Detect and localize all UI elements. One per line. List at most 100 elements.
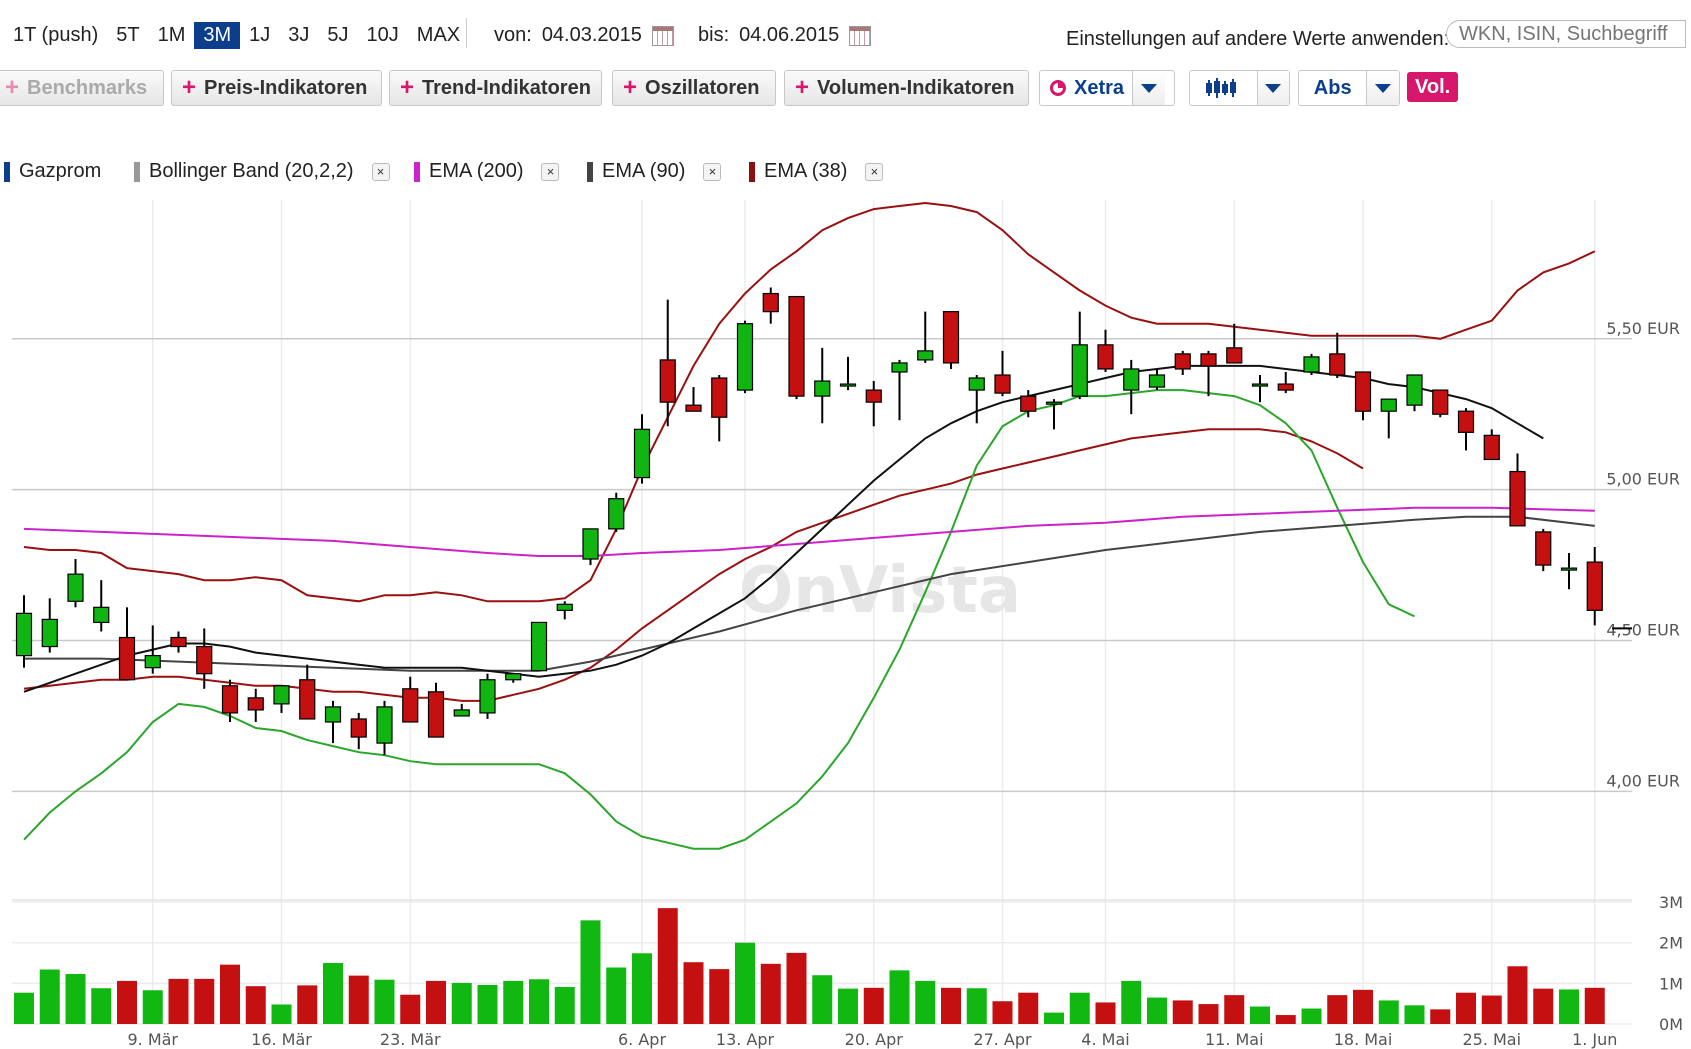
indicator-lines xyxy=(23,201,1596,850)
candle-body xyxy=(350,718,367,738)
candle-body xyxy=(556,603,573,611)
candle xyxy=(1535,528,1552,572)
candle xyxy=(582,528,599,566)
candle-body xyxy=(1303,356,1320,373)
candle-body xyxy=(839,383,857,387)
volume-bar xyxy=(735,942,755,1024)
candle xyxy=(1483,429,1500,461)
candle xyxy=(299,664,316,720)
price-chart[interactable]: OnVista 4,00 EUR4,50 EUR5,00 EUR5,50 EUR… xyxy=(0,0,1691,1049)
volume-bar xyxy=(271,1004,292,1024)
volume-bar xyxy=(992,1001,1013,1024)
candle-body xyxy=(1432,389,1449,415)
ema200-line xyxy=(23,506,1595,557)
volume-bar xyxy=(503,980,524,1024)
volume-bar xyxy=(1507,966,1528,1024)
candle xyxy=(1251,375,1269,403)
candle-body xyxy=(530,621,548,672)
candle-body xyxy=(1277,383,1294,391)
volume-bar xyxy=(1147,997,1167,1024)
volume-bar xyxy=(657,908,678,1024)
candle-body xyxy=(891,362,908,373)
candle xyxy=(530,621,548,672)
candle-body xyxy=(814,380,831,397)
price-tick-label: 4,50 EUR xyxy=(1606,621,1680,640)
candle xyxy=(994,350,1011,397)
volume-bar xyxy=(1559,989,1579,1024)
volume-bar xyxy=(709,969,730,1024)
volume-bar xyxy=(889,970,910,1024)
volume-bar xyxy=(400,994,421,1024)
volume-bar xyxy=(374,979,395,1024)
candle-body xyxy=(1483,434,1500,461)
candle-body xyxy=(299,679,316,720)
candle xyxy=(93,580,110,632)
axis-labels: 4,00 EUR 4,50 EUR 5,00 EUR 5,50 EUR 0M 1M 2M 3M… xyxy=(127,319,1683,1049)
candle-body xyxy=(67,573,84,602)
volume-bar xyxy=(786,952,807,1024)
candle-body xyxy=(608,498,625,530)
volume-bar xyxy=(1481,995,1502,1024)
candle xyxy=(891,359,908,421)
candle xyxy=(376,700,393,756)
volume-bar xyxy=(297,985,318,1024)
volume-bar xyxy=(606,967,627,1024)
volume-bar xyxy=(348,975,369,1024)
volume-bar xyxy=(812,975,833,1024)
candle xyxy=(556,601,573,620)
x-tick-label: 25. Mai xyxy=(1462,1030,1521,1049)
volume-bar xyxy=(323,963,343,1024)
candle-body xyxy=(1200,353,1217,367)
candle-body xyxy=(762,292,779,313)
ema38-line xyxy=(23,364,1544,693)
candle-body xyxy=(968,377,985,391)
candle xyxy=(788,295,805,400)
candle-body xyxy=(942,311,960,364)
candle-body xyxy=(324,706,342,723)
volume-bar xyxy=(117,980,137,1024)
x-tick-label: 23. Mär xyxy=(380,1030,441,1049)
candle xyxy=(247,688,264,722)
x-tick-label: 11. Mai xyxy=(1205,1030,1264,1049)
candle xyxy=(1277,371,1294,394)
candle xyxy=(1045,399,1063,430)
candle xyxy=(917,311,934,363)
candle-body xyxy=(196,645,213,675)
candle xyxy=(479,673,496,719)
candle xyxy=(685,387,702,412)
volume-bar xyxy=(1069,992,1090,1024)
candle-body xyxy=(376,706,393,744)
candle xyxy=(1329,332,1346,379)
candle xyxy=(170,631,187,653)
candle-body xyxy=(427,691,445,738)
candle-body xyxy=(1535,531,1552,566)
candle xyxy=(1174,350,1191,375)
candle-body xyxy=(221,685,239,714)
volume-bar xyxy=(1584,987,1605,1024)
candle-body xyxy=(582,528,599,560)
volume-bar xyxy=(1327,995,1348,1024)
candle-body xyxy=(994,374,1011,394)
candle xyxy=(67,559,84,608)
candle xyxy=(1509,453,1526,527)
x-tick-label: 9. Mär xyxy=(127,1030,178,1049)
candle xyxy=(1457,408,1475,451)
volume-bar xyxy=(1456,992,1476,1024)
candle xyxy=(814,347,831,424)
volume-bar xyxy=(14,992,34,1024)
candle-body xyxy=(1457,410,1475,433)
candle xyxy=(1354,371,1372,421)
candle-body xyxy=(1380,398,1397,412)
candle xyxy=(711,375,728,442)
volume-bar xyxy=(915,980,936,1024)
volume-bar xyxy=(168,978,189,1024)
candle-body xyxy=(1226,347,1243,364)
candle-body xyxy=(453,709,470,717)
candle-body xyxy=(1354,371,1372,412)
volume-tick-label: 3M xyxy=(1659,893,1683,912)
volume-bar xyxy=(426,980,446,1024)
candle-body xyxy=(659,359,676,403)
price-tick-label: 5,00 EUR xyxy=(1606,470,1680,489)
candle xyxy=(942,311,960,369)
candle-body xyxy=(1251,383,1269,387)
